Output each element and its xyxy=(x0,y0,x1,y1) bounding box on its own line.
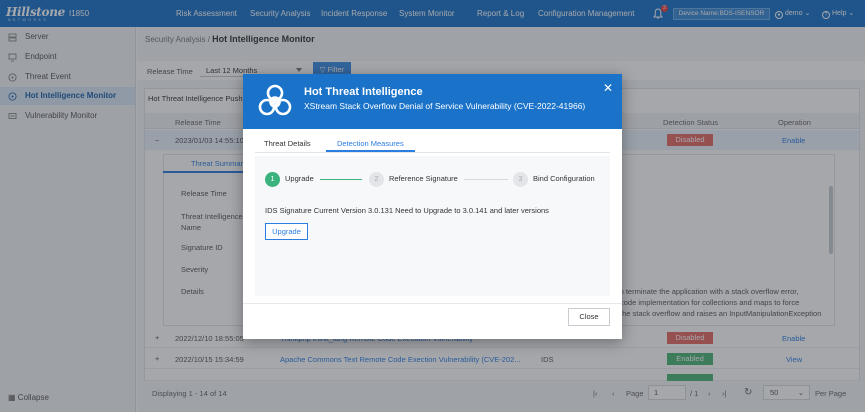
modal-title: Hot Threat Intelligence xyxy=(304,86,423,98)
biohazard-icon xyxy=(258,84,292,116)
tab-detection-measures[interactable]: Detection Measures xyxy=(326,136,415,152)
step-2-circle: 2 xyxy=(369,172,384,187)
close-button[interactable]: Close xyxy=(568,308,610,326)
close-icon[interactable]: ✕ xyxy=(601,81,615,95)
upgrade-button[interactable]: Upgrade xyxy=(265,223,308,240)
step-3-circle: 3 xyxy=(513,172,528,187)
step-2-label: Reference Signature xyxy=(389,174,458,183)
step-1-label: Upgrade xyxy=(285,174,314,183)
modal-subtitle: XStream Stack Overflow Denial of Service… xyxy=(304,101,586,111)
step-connector xyxy=(464,179,508,180)
ids-signature-version: IDS Signature Current Version 3.0.131 Ne… xyxy=(265,206,549,215)
modal-footer-divider xyxy=(243,303,622,304)
tab-divider xyxy=(255,152,610,153)
tab-threat-details[interactable]: Threat Details xyxy=(264,136,314,152)
step-connector xyxy=(320,179,362,180)
step-3-label: Bind Configuration xyxy=(533,174,595,183)
step-1-circle: 1 xyxy=(265,172,280,187)
